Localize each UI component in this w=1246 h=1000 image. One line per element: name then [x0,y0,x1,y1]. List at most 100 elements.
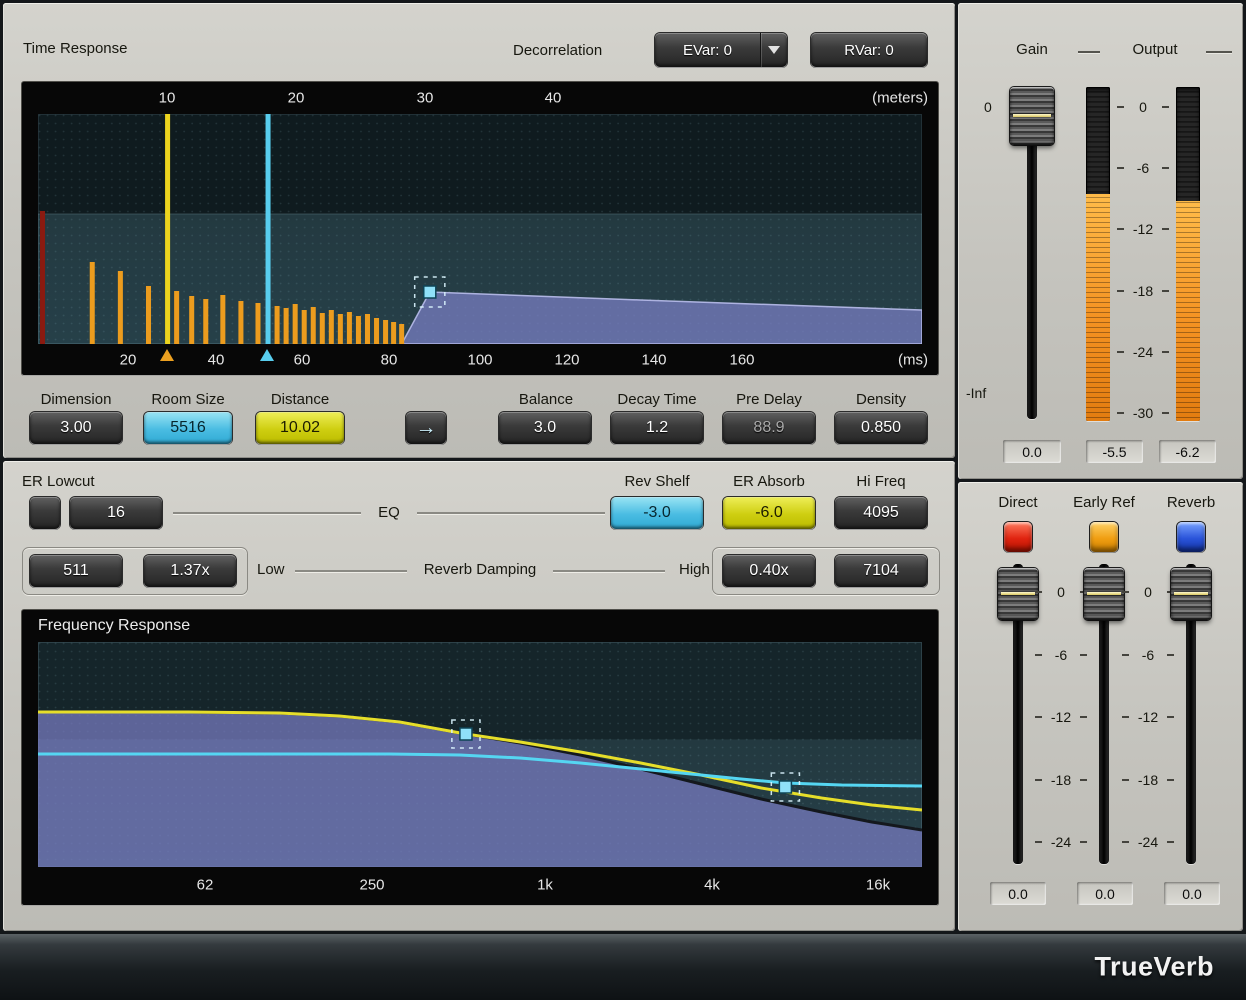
link-arrow-button[interactable]: → [406,412,446,444]
direct-button[interactable] [1004,522,1032,552]
mixer-panel: Direct Early Ref Reverb 0-6-12-18-24 0-6… [958,482,1243,931]
db-scale-row: -30 [1117,405,1169,421]
er-absorb-label: ER Absorb [733,473,805,490]
density-value[interactable]: 0.850 [835,412,927,444]
db-scale-row: -12 [1035,709,1087,725]
room-size-label: Room Size [151,391,224,408]
axis-tick-label: 20 [288,90,305,107]
output-dash-left [1078,51,1100,53]
damping-low-ratio-value[interactable]: 1.37x [144,555,236,587]
time-response-title: Time Response [23,40,128,57]
early-ref-fader-track[interactable] [1099,564,1109,864]
output-peak-left-display[interactable]: -5.5 [1086,440,1143,463]
db-scale-row: 0 [1117,99,1169,115]
db-scale-row: 0 [1122,584,1174,600]
axis-tick-label: 140 [641,351,666,368]
reverb-button[interactable] [1177,522,1205,552]
gain-label: Gain [1016,41,1048,58]
axis-tick-label: 20 [120,351,137,368]
axis-tick-label: 4k [704,876,720,893]
master-panel: Gain Output 0 -Inf 0-6-12-18-24-30 0.0 -… [958,3,1243,479]
er-absorb-value[interactable]: -6.0 [723,497,815,529]
arrow-right-icon: → [416,416,437,440]
evar-dropdown[interactable]: EVar: 0 [655,33,787,67]
er-lowcut-toggle[interactable] [30,497,60,529]
time-response-graph: (meters) 10203040 (ms) 20406080100120140… [22,82,938,375]
distance-line-yellow[interactable] [165,114,170,344]
distance-label: Distance [271,391,329,408]
pre-delay-value[interactable]: 88.9 [723,412,815,444]
rvar-dropdown[interactable]: RVar: 0 [811,33,927,67]
damping-high-label: High [679,561,710,578]
gain-value-display: 0.0 [1003,440,1061,463]
frequency-response-plot[interactable] [38,642,922,867]
dimension-value[interactable]: 3.00 [30,412,122,444]
distance-marker-icon[interactable] [260,349,274,361]
time-response-panel: Time Response Decorrelation EVar: 0 RVar… [3,3,955,458]
eq-label: EQ [378,504,400,521]
reverb-fader-track[interactable] [1186,564,1196,864]
bottom-bar: TrueVerb [0,934,1246,1000]
direct-value-display: 0.0 [990,882,1046,905]
damping-divider-left [295,570,407,573]
db-scale-row: -12 [1122,709,1174,725]
brand-logo: TrueVerb [1094,952,1214,983]
early-ref-button[interactable] [1090,522,1118,552]
meters-axis: (meters) 10203040 [22,82,938,114]
gain-fader-handle[interactable] [1010,87,1054,145]
db-scale-row: -12 [1117,221,1169,237]
db-scale-row: -24 [1035,834,1087,850]
output-meter-right-fill [1176,201,1200,421]
axis-tick-label: 40 [545,90,562,107]
damping-high-ratio-value[interactable]: 0.40x [723,555,815,587]
mixer-db-scale-right: 0-6-12-18-24 [1121,584,1175,850]
dimension-label: Dimension [41,391,112,408]
rev-shelf-value[interactable]: -3.0 [611,497,703,529]
balance-label: Balance [519,391,573,408]
decay-time-label: Decay Time [617,391,696,408]
reverb-fader-handle[interactable] [1171,568,1211,620]
ms-unit-label: (ms) [898,351,928,368]
chevron-down-icon[interactable] [760,33,787,67]
damping-low-freq-value[interactable]: 511 [30,555,122,587]
axis-tick-label: 10 [159,90,176,107]
balance-value[interactable]: 3.0 [499,412,591,444]
direct-bar [40,211,45,344]
hi-freq-value[interactable]: 4095 [835,497,927,529]
reverb-value-display: 0.0 [1164,882,1220,905]
time-response-plot[interactable] [38,114,922,344]
room-size-value[interactable]: 5516 [144,412,232,444]
eq-panel: ER Lowcut 16 EQ Rev Shelf -3.0 ER Absorb… [3,461,955,931]
db-scale-row: -24 [1117,344,1169,360]
eq-divider-right [417,512,605,515]
db-scale-row: 0 [1035,584,1087,600]
axis-tick-label: 16k [866,876,890,893]
damping-divider-right [553,570,665,573]
frequency-response-graph: Frequency Response 622501k4k16k [22,610,938,905]
er-lowcut-value[interactable]: 16 [70,497,162,529]
axis-tick-label: 250 [359,876,384,893]
db-scale-row: -6 [1035,647,1087,663]
decay-time-value[interactable]: 1.2 [611,412,703,444]
er-line-cyan[interactable] [266,114,271,344]
axis-tick-label: 160 [729,351,754,368]
damping-high-freq-value[interactable]: 7104 [835,555,927,587]
er-marker-icon[interactable] [160,349,174,361]
axis-tick-label: 100 [467,351,492,368]
output-peak-right-display[interactable]: -6.2 [1159,440,1216,463]
axis-tick-label: 120 [554,351,579,368]
db-scale-row: -18 [1035,772,1087,788]
reverb-damping-title: Reverb Damping [424,561,537,578]
gain-fader-track[interactable] [1027,87,1037,419]
early-ref-fader-handle[interactable] [1084,568,1124,620]
axis-tick-label: 30 [417,90,434,107]
frequency-response-title: Frequency Response [22,610,938,642]
evar-value: EVar: 0 [655,33,760,67]
direct-fader-track[interactable] [1013,564,1023,864]
direct-fader-handle[interactable] [998,568,1038,620]
output-label: Output [1132,41,1177,58]
db-scale-row: -18 [1117,283,1169,299]
db-scale-row: -24 [1122,834,1174,850]
distance-value[interactable]: 10.02 [256,412,344,444]
eq-divider-left [173,512,361,515]
